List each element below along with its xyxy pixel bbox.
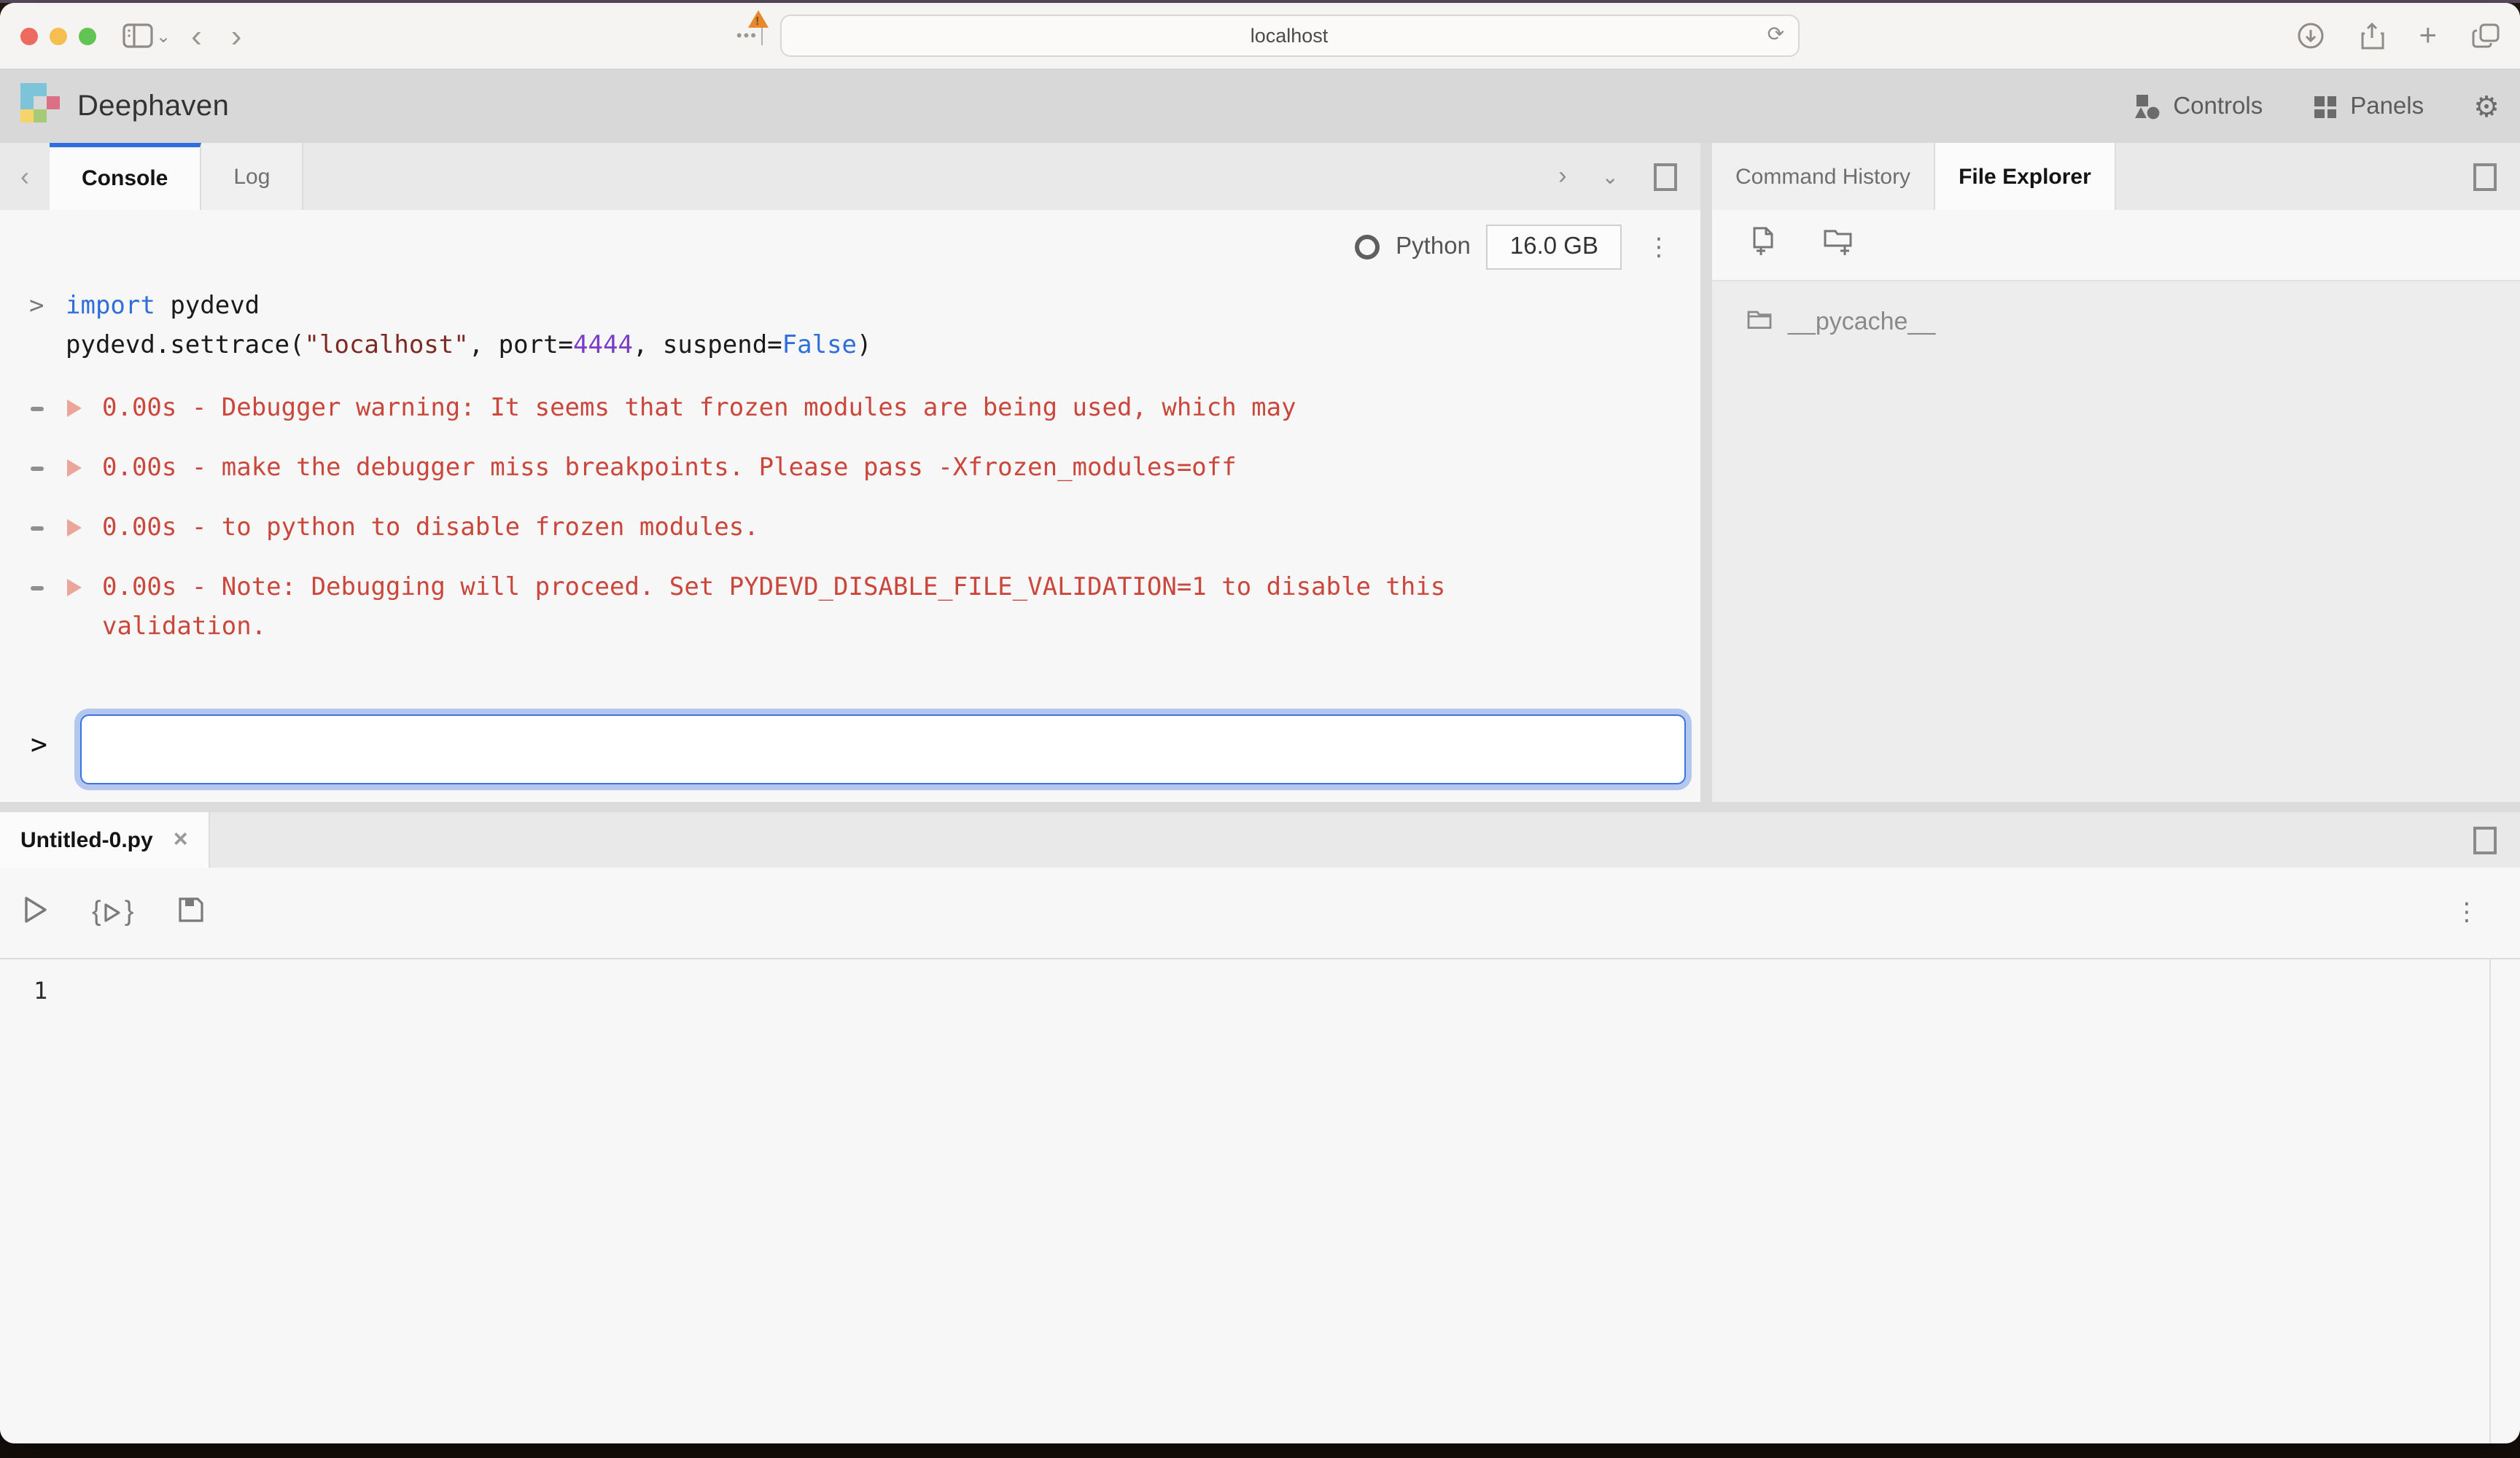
gutter-dash-icon <box>31 586 44 590</box>
gutter-dash-icon <box>31 407 44 411</box>
url-text: localhost <box>1251 25 1329 47</box>
run-selected-icon[interactable]: { } <box>92 897 133 929</box>
warning-badge-icon: ! <box>747 9 768 27</box>
console-tabstrip: ‹ Console Log › ⌄ <box>0 143 1700 210</box>
file-explorer-body: __pycache__ <box>1712 210 2520 802</box>
tab-untitled-0[interactable]: Untitled-0.py × <box>0 812 210 868</box>
address-bar[interactable]: localhost ⟳ <box>779 15 1799 57</box>
history-prompt: > <box>29 287 44 327</box>
desktop: ⌄ ‹ › ••• ! localhost ⟳ <box>0 0 2520 1458</box>
session-language: Python <box>1396 233 1471 261</box>
executed-code-line: > import pydevd <box>0 287 1700 327</box>
app-title: Deephaven <box>77 90 229 123</box>
disclosure-triangle-icon[interactable] <box>67 519 82 537</box>
tab-command-history[interactable]: Command History <box>1712 143 1935 210</box>
editor-divider <box>2489 959 2491 1443</box>
maximize-panel-icon[interactable] <box>2473 163 2497 190</box>
tab-overview-icon[interactable] <box>2472 23 2500 48</box>
input-prompt: > <box>31 729 47 761</box>
share-icon[interactable] <box>2360 21 2384 50</box>
file-list: __pycache__ <box>1712 280 2520 802</box>
controls-icon <box>2134 93 2160 120</box>
run-icon[interactable] <box>23 894 48 931</box>
executed-code-line: pydevd.settrace("localhost", port=4444, … <box>0 327 1700 366</box>
file-name: __pycache__ <box>1788 308 1935 337</box>
back-button[interactable]: ‹ <box>176 20 217 52</box>
browser-toolbar: ⌄ ‹ › ••• ! localhost ⟳ <box>0 3 2520 70</box>
warning-block: 0.00s - Debugger warning: It seems that … <box>0 389 1700 647</box>
new-tab-icon[interactable]: + <box>2419 18 2438 53</box>
deephaven-logo <box>20 83 60 130</box>
panel-resize-handle-vertical[interactable] <box>1700 143 1712 802</box>
disclosure-triangle-icon[interactable] <box>67 399 82 417</box>
browser-window: ⌄ ‹ › ••• ! localhost ⟳ <box>0 3 2520 1443</box>
file-row-pycache[interactable]: __pycache__ <box>1712 299 2520 346</box>
tab-scroll-right-icon[interactable]: › <box>1558 162 1566 191</box>
console-body: Python 16.0 GB ⋮ > import pydevd pydevd.… <box>0 210 1700 802</box>
gutter-dash-icon <box>31 526 44 531</box>
editor-tabstrip: Untitled-0.py × <box>0 812 2520 868</box>
editor-panel: Untitled-0.py × { <box>0 812 2520 1443</box>
sidebar-chevron-icon[interactable]: ⌄ <box>156 26 171 46</box>
reload-icon[interactable]: ⟳ <box>1768 22 1784 47</box>
log-warning-line: 0.00s - make the debugger miss breakpoin… <box>0 449 1700 488</box>
minimize-window-button[interactable] <box>50 27 67 44</box>
explorer-panel: Command History File Explorer <box>1712 143 2520 802</box>
sidebar-toggle-icon[interactable] <box>122 23 153 48</box>
console-input[interactable] <box>80 714 1686 784</box>
console-log: > import pydevd pydevd.settrace("localho… <box>0 287 1700 714</box>
app-header: Deephaven Controls Panels <box>0 70 2520 143</box>
tab-log[interactable]: Log <box>201 143 303 210</box>
editor-toolbar: { } ⋮ <box>0 868 2520 959</box>
gutter-dash-icon <box>31 467 44 471</box>
extensions-icon[interactable]: ••• ! <box>736 27 762 44</box>
log-warning-line: 0.00s - Note: Debugging will proceed. Se… <box>0 569 1700 647</box>
tab-overflow-chevron-icon[interactable]: ⌄ <box>1602 164 1619 189</box>
panels-icon <box>2312 94 2337 119</box>
tab-file-explorer[interactable]: File Explorer <box>1935 143 2116 210</box>
window-controls <box>20 27 96 44</box>
tab-console[interactable]: Console <box>50 143 201 210</box>
disclosure-triangle-icon[interactable] <box>67 579 82 596</box>
folder-icon <box>1747 308 1772 337</box>
session-status-icon <box>1355 235 1380 260</box>
log-warning-line: 0.00s - to python to disable frozen modu… <box>0 509 1700 548</box>
maximize-panel-icon[interactable] <box>2473 826 2497 854</box>
zoom-window-button[interactable] <box>79 27 96 44</box>
main-panels-row: ‹ Console Log › ⌄ <box>0 143 2520 802</box>
forward-button[interactable]: › <box>217 20 257 52</box>
toolbar-right: + <box>2297 18 2500 53</box>
panel-resize-handle-horizontal[interactable] <box>0 802 2520 812</box>
controls-menu-button[interactable]: Controls <box>2134 93 2263 120</box>
line-number: 1 <box>34 977 47 1005</box>
tab-scroll-left-icon[interactable]: ‹ <box>0 143 50 210</box>
header-actions: Controls Panels ⚙ <box>2134 89 2500 124</box>
console-input-row: > <box>0 714 1686 784</box>
save-icon[interactable] <box>177 896 203 929</box>
panels-menu-button[interactable]: Panels <box>2312 93 2424 120</box>
explorer-tabstrip: Command History File Explorer <box>1712 143 2520 210</box>
session-status: Python 16.0 GB ⋮ <box>1355 225 1680 270</box>
maximize-panel-icon[interactable] <box>1654 163 1677 190</box>
new-folder-icon[interactable] <box>1823 225 1855 265</box>
editor-menu-icon[interactable]: ⋮ <box>2446 898 2488 927</box>
close-window-button[interactable] <box>20 27 38 44</box>
log-warning-line: 0.00s - Debugger warning: It seems that … <box>0 389 1700 429</box>
downloads-icon[interactable] <box>2297 22 2325 50</box>
console-panel: ‹ Console Log › ⌄ <box>0 143 1700 802</box>
editor-content[interactable]: 1 <box>0 959 2520 1443</box>
disclosure-triangle-icon[interactable] <box>67 459 82 477</box>
close-tab-icon[interactable]: × <box>174 825 188 854</box>
session-menu-icon[interactable]: ⋮ <box>1638 233 1680 262</box>
new-file-icon[interactable] <box>1750 225 1779 265</box>
file-explorer-toolbar <box>1712 210 2520 280</box>
memory-usage-box[interactable]: 16.0 GB <box>1487 225 1622 270</box>
settings-gear-icon[interactable]: ⚙ <box>2473 89 2500 124</box>
